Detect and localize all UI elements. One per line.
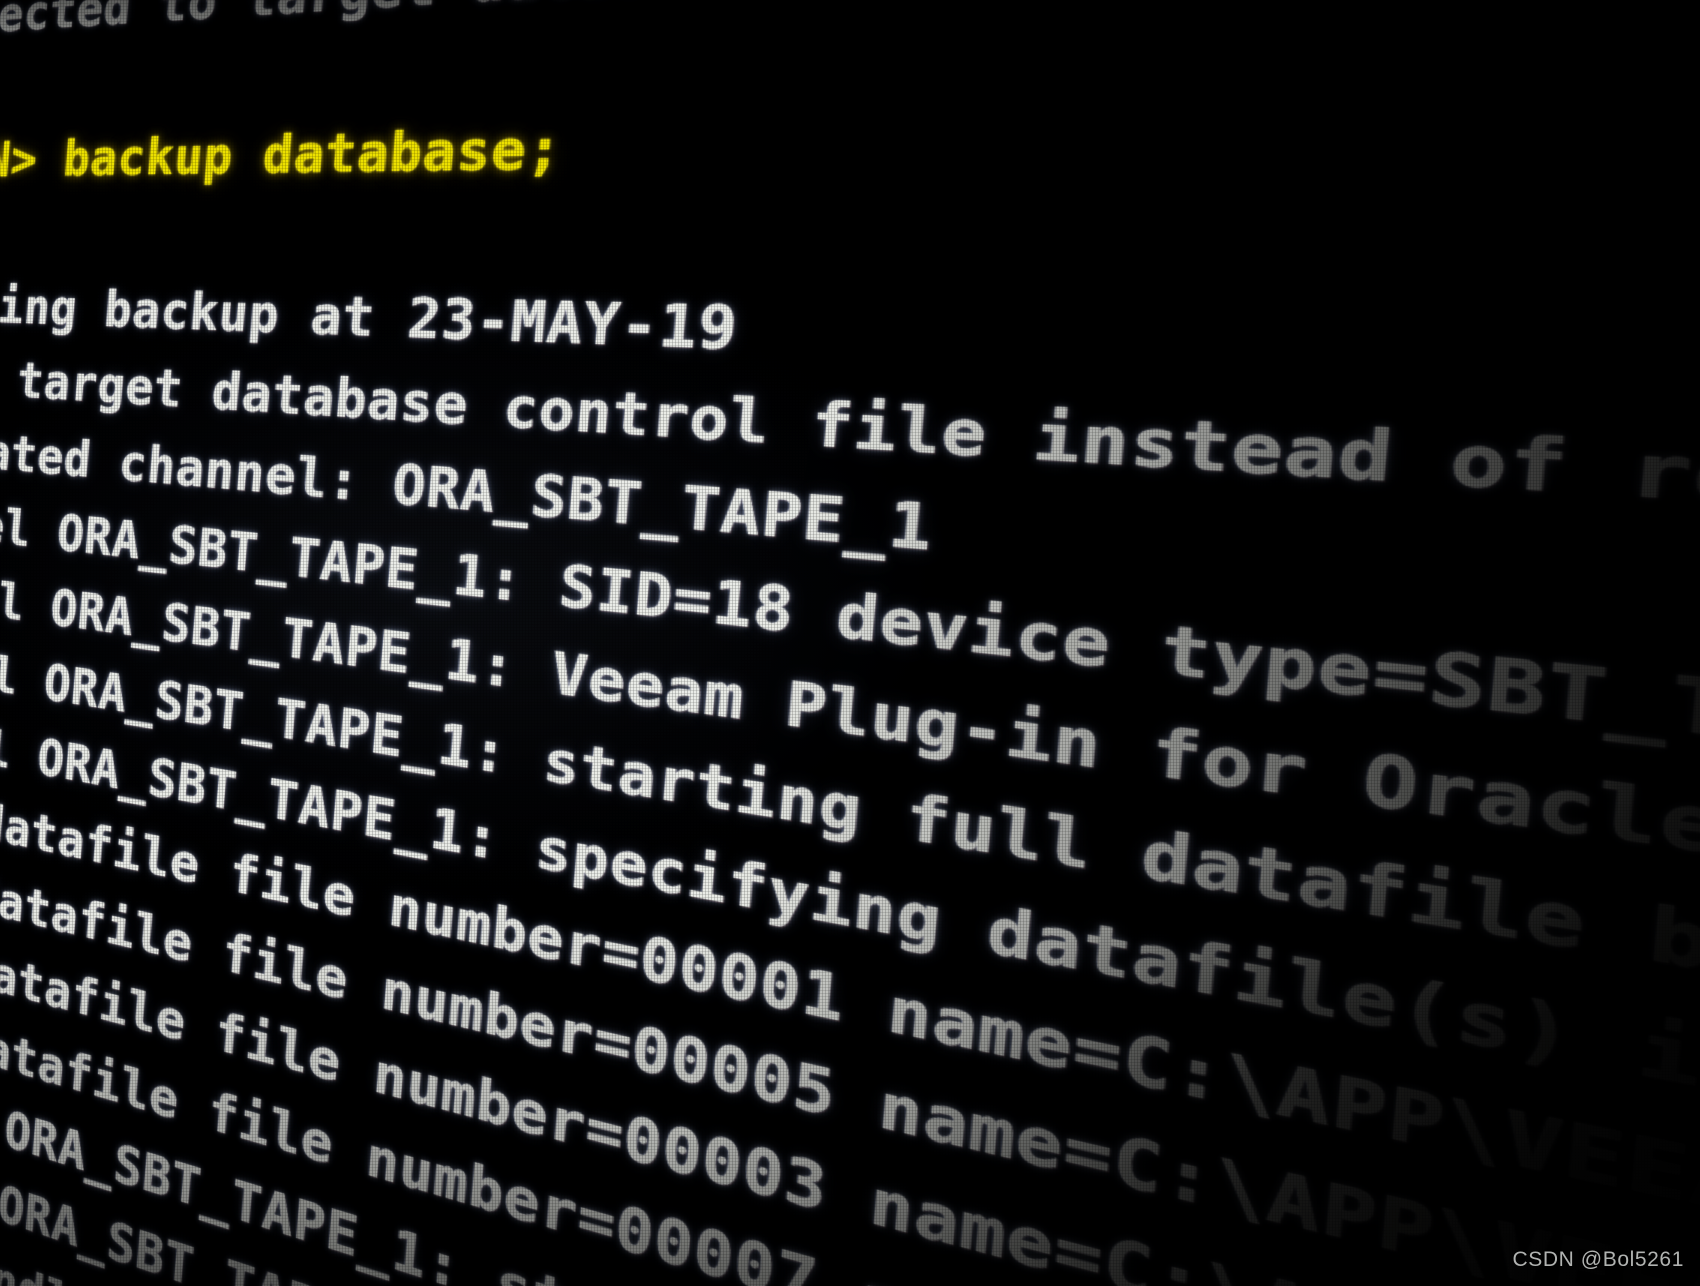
csdn-watermark: CSDN @Bol5261: [1512, 1248, 1684, 1271]
monitor-photograph: Oracle and/or its affiliates. All rights…: [0, 0, 1700, 1286]
monitor-screen-surface: Oracle and/or its affiliates. All rights…: [0, 0, 1700, 1286]
terminal-output: Oracle and/or its affiliates. All rights…: [0, 0, 1700, 1286]
